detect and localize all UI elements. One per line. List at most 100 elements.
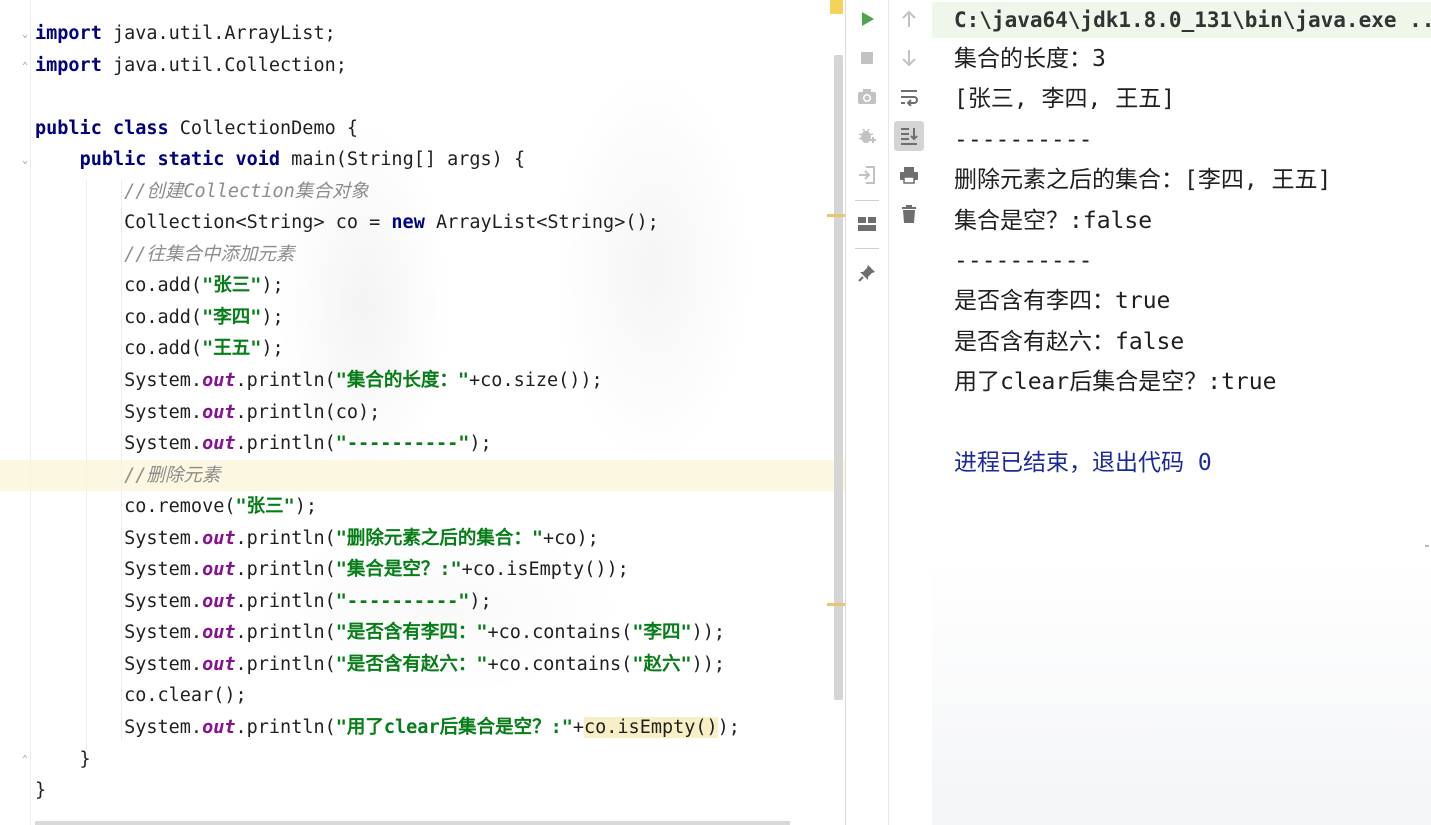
toolbar-divider [888,0,889,825]
code-token-str: "----------" [335,433,470,455]
code-line[interactable]: co.remove("张三"); [35,491,845,523]
code-token-kw: import [35,54,102,76]
code-token-n: + [572,717,584,739]
code-token-n: ); [469,433,492,455]
code-token-n: .println(co); [235,401,381,423]
code-token-str: "李四" [632,622,692,644]
code-line[interactable] [35,81,845,113]
console-output-line: 删除元素之后的集合：[李四, 王五] [954,167,1332,194]
code-line[interactable]: System.out.println("----------"); [35,428,845,460]
code-line[interactable]: Collection<String> co = new ArrayList<St… [35,207,845,239]
code-token-fld: out [202,433,236,455]
warning-mark[interactable] [827,214,845,217]
code-token-n: .println( [235,433,336,455]
code-line[interactable]: System.out.println("删除元素之后的集合："+co); [35,523,845,555]
code-token-str: "是否含有赵六：" [335,653,488,675]
camera-icon[interactable] [852,82,882,112]
code-lines[interactable]: import java.util.ArrayList; import java.u… [0,18,845,807]
soft-wrap-icon[interactable] [894,82,924,112]
code-token-cmt: //创建Collection集合对象 [124,180,369,202]
code-token-fld: out [202,559,236,581]
code-token-n: co.remove( [35,496,236,518]
code-token-n: System. [35,370,203,392]
code-line[interactable]: co.add("王五"); [35,333,845,365]
code-token-str: "用了clear后集合是空？:" [335,717,573,739]
toolbar-separator [855,248,879,249]
code-line[interactable]: public class CollectionDemo { [35,113,845,145]
code-line[interactable]: } [35,744,845,776]
code-editor[interactable]: ⌄ ⌃ ⌄ ⌃ import java.util.ArrayList; impor… [0,0,845,825]
code-token-n: +co.contains( [487,622,633,644]
code-line[interactable]: System.out.println("用了clear后集合是空？:"+co.i… [35,712,845,744]
stop-icon[interactable] [852,43,882,73]
layout-icon[interactable] [852,209,882,239]
print-icon[interactable] [894,160,924,190]
code-token-n: System. [35,590,203,612]
code-token-n [35,244,124,265]
code-token-kw: public static void [79,149,281,171]
code-token-n: Collection<String> co = [35,212,392,234]
code-line[interactable]: //删除元素 [0,459,845,492]
code-line[interactable]: co.clear(); [35,680,845,712]
trash-icon[interactable] [894,199,924,229]
up-arrow-icon[interactable] [894,4,924,34]
code-token-n: ArrayList<String>(); [424,212,659,234]
code-token-n: java.util.ArrayList; [101,23,336,44]
code-line[interactable]: System.out.println("集合的长度："+co.size()); [35,365,845,397]
code-token-n: ); [261,306,284,328]
run-console[interactable]: C:\java64\jdk1.8.0_131\bin\java.exe ... … [932,0,1431,825]
code-token-fld: out [202,717,236,739]
error-stripe[interactable] [827,0,845,825]
code-line[interactable]: System.out.println("是否含有李四："+co.contains… [35,617,845,649]
console-background-image [932,560,1431,825]
code-token-n: ); [294,496,318,518]
code-token-n: System. [35,559,203,581]
code-line[interactable]: System.out.println(co); [35,397,845,429]
code-token-n: .println( [235,717,336,739]
code-line[interactable]: //创建Collection集合对象 [35,176,845,208]
code-token-str: "是否含有李四：" [335,622,488,644]
editor-horizontal-scrollbar[interactable] [35,821,790,825]
fold-marker-icon[interactable]: ⌃ [20,62,30,72]
debug-bug-icon[interactable] [852,121,882,151]
code-token-n: co.add( [35,306,203,328]
fold-marker-icon[interactable]: ⌄ [20,156,30,166]
code-line[interactable]: co.add("李四"); [35,302,845,334]
editor-gutter: ⌄ ⌃ ⌄ ⌃ [0,0,31,825]
code-line[interactable]: } [35,775,845,807]
code-line[interactable]: co.add("张三"); [35,270,845,302]
code-token-n: .println( [235,370,336,392]
code-token-n: java.util.Collection; [101,54,347,76]
code-line[interactable]: import java.util.ArrayList; [35,18,845,50]
warning-mark[interactable] [827,603,845,606]
code-token-n: ); [469,590,492,612]
code-line[interactable]: import java.util.Collection; [35,50,845,82]
down-arrow-icon[interactable] [894,43,924,73]
code-token-n: +co.isEmpty()); [461,559,629,581]
warning-indicator[interactable] [830,0,843,14]
fold-marker-icon[interactable]: ⌄ [20,30,30,40]
code-token-n: System. [35,653,203,675]
pin-icon[interactable] [852,258,882,288]
code-token-n: )); [691,622,726,644]
code-token-n: ); [717,717,740,739]
code-token-str: "----------" [335,590,470,612]
code-line[interactable]: System.out.println("集合是空？:"+co.isEmpty()… [35,554,845,586]
code-token-n: System. [35,401,203,423]
console-scrollbar[interactable] [1425,545,1429,547]
code-line[interactable]: System.out.println("是否含有赵六："+co.contains… [35,649,845,681]
code-token-n: )); [691,653,726,675]
run-icon[interactable] [852,4,882,34]
scroll-to-end-icon[interactable] [894,121,924,151]
console-output-line: 集合是空？:false [954,207,1153,234]
login-icon[interactable] [852,160,882,190]
code-token-n: +co); [543,527,599,549]
code-token-n: +co.size()); [469,370,603,392]
code-line[interactable]: public static void main(String[] args) { [35,144,845,176]
code-line[interactable]: System.out.println("----------"); [35,586,845,618]
code-token-cmt: //往集合中添加元素 [124,243,295,265]
run-toolbar [845,0,932,825]
fold-marker-icon[interactable]: ⌃ [20,755,30,765]
code-line[interactable]: //往集合中添加元素 [35,239,845,271]
